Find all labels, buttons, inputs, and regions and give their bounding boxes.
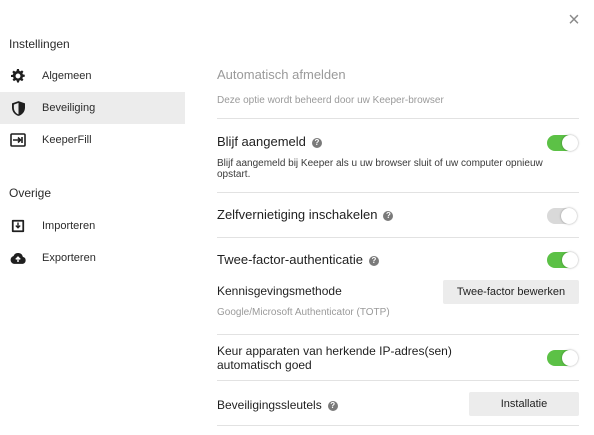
security-keys-label: Beveiligingssleutels (217, 398, 322, 412)
sidebar-item-label: Beveiliging (42, 102, 96, 114)
sidebar-item-security[interactable]: Beveiliging (0, 92, 185, 124)
toggle-knob (562, 350, 578, 366)
stay-logged-in-toggle[interactable] (547, 135, 578, 151)
sidebar-item-keeperfill[interactable]: KeeperFill (0, 124, 185, 156)
shield-icon (10, 100, 26, 116)
security-settings-panel: Automatisch afmelden Deze optie wordt be… (217, 0, 579, 435)
security-keys-setup-button[interactable]: Installatie (469, 392, 579, 416)
two-factor-title: Twee-factor-authenticatie? (217, 252, 379, 267)
security-keys-title: Beveiligingssleutels? (217, 398, 338, 412)
sidebar-item-label: KeeperFill (42, 134, 92, 146)
gear-icon (10, 68, 26, 84)
settings-sidebar: Instellingen Algemeen Beveiliging Keeper… (0, 0, 185, 435)
notification-method-label: Kennisgevingsmethode (217, 284, 342, 298)
section-title-settings: Instellingen (9, 37, 70, 51)
notification-method-value: Google/Microsoft Authenticator (TOTP) (217, 307, 390, 318)
edit-two-factor-button[interactable]: Twee-factor bewerken (443, 280, 579, 304)
stay-logged-in-desc: Blijf aangemeld bij Keeper als u uw brow… (217, 158, 543, 180)
auto-logout-desc: Deze optie wordt beheerd door uw Keeper-… (217, 95, 444, 106)
divider (217, 425, 579, 426)
toggle-knob (561, 208, 577, 224)
section-title-other: Overige (9, 186, 52, 200)
sidebar-item-label: Exporteren (42, 252, 96, 264)
sidebar-item-label: Importeren (42, 220, 96, 232)
trusted-ip-toggle[interactable] (547, 350, 578, 366)
help-icon[interactable]: ? (327, 401, 338, 411)
divider (217, 118, 579, 119)
divider (217, 380, 579, 381)
keeperfill-icon (10, 132, 26, 148)
help-icon[interactable]: ? (368, 256, 379, 266)
toggle-knob (562, 135, 578, 151)
sidebar-item-import[interactable]: Importeren (0, 210, 185, 242)
two-factor-toggle[interactable] (547, 252, 578, 268)
divider (217, 192, 579, 193)
help-icon[interactable]: ? (311, 138, 322, 148)
self-destruct-toggle[interactable] (547, 208, 577, 224)
self-destruct-label: Zelfvernietiging inschakelen (217, 207, 378, 222)
toggle-knob (562, 252, 578, 268)
stay-logged-in-title: Blijf aangemeld? (217, 134, 322, 149)
divider (217, 334, 579, 335)
stay-logged-in-label: Blijf aangemeld (217, 134, 306, 149)
self-destruct-title: Zelfvernietiging inschakelen? (217, 207, 394, 222)
sidebar-item-label: Algemeen (42, 70, 92, 82)
two-factor-label: Twee-factor-authenticatie (217, 252, 363, 267)
divider (217, 237, 579, 238)
cloud-upload-icon (10, 250, 26, 266)
sidebar-item-general[interactable]: Algemeen (0, 60, 185, 92)
auto-logout-title: Automatisch afmelden (217, 67, 346, 82)
import-icon (10, 218, 26, 234)
sidebar-item-export[interactable]: Exporteren (0, 242, 185, 274)
trusted-ip-title: Keur apparaten van herkende IP-adres(sen… (217, 344, 452, 372)
help-icon[interactable]: ? (383, 211, 394, 221)
